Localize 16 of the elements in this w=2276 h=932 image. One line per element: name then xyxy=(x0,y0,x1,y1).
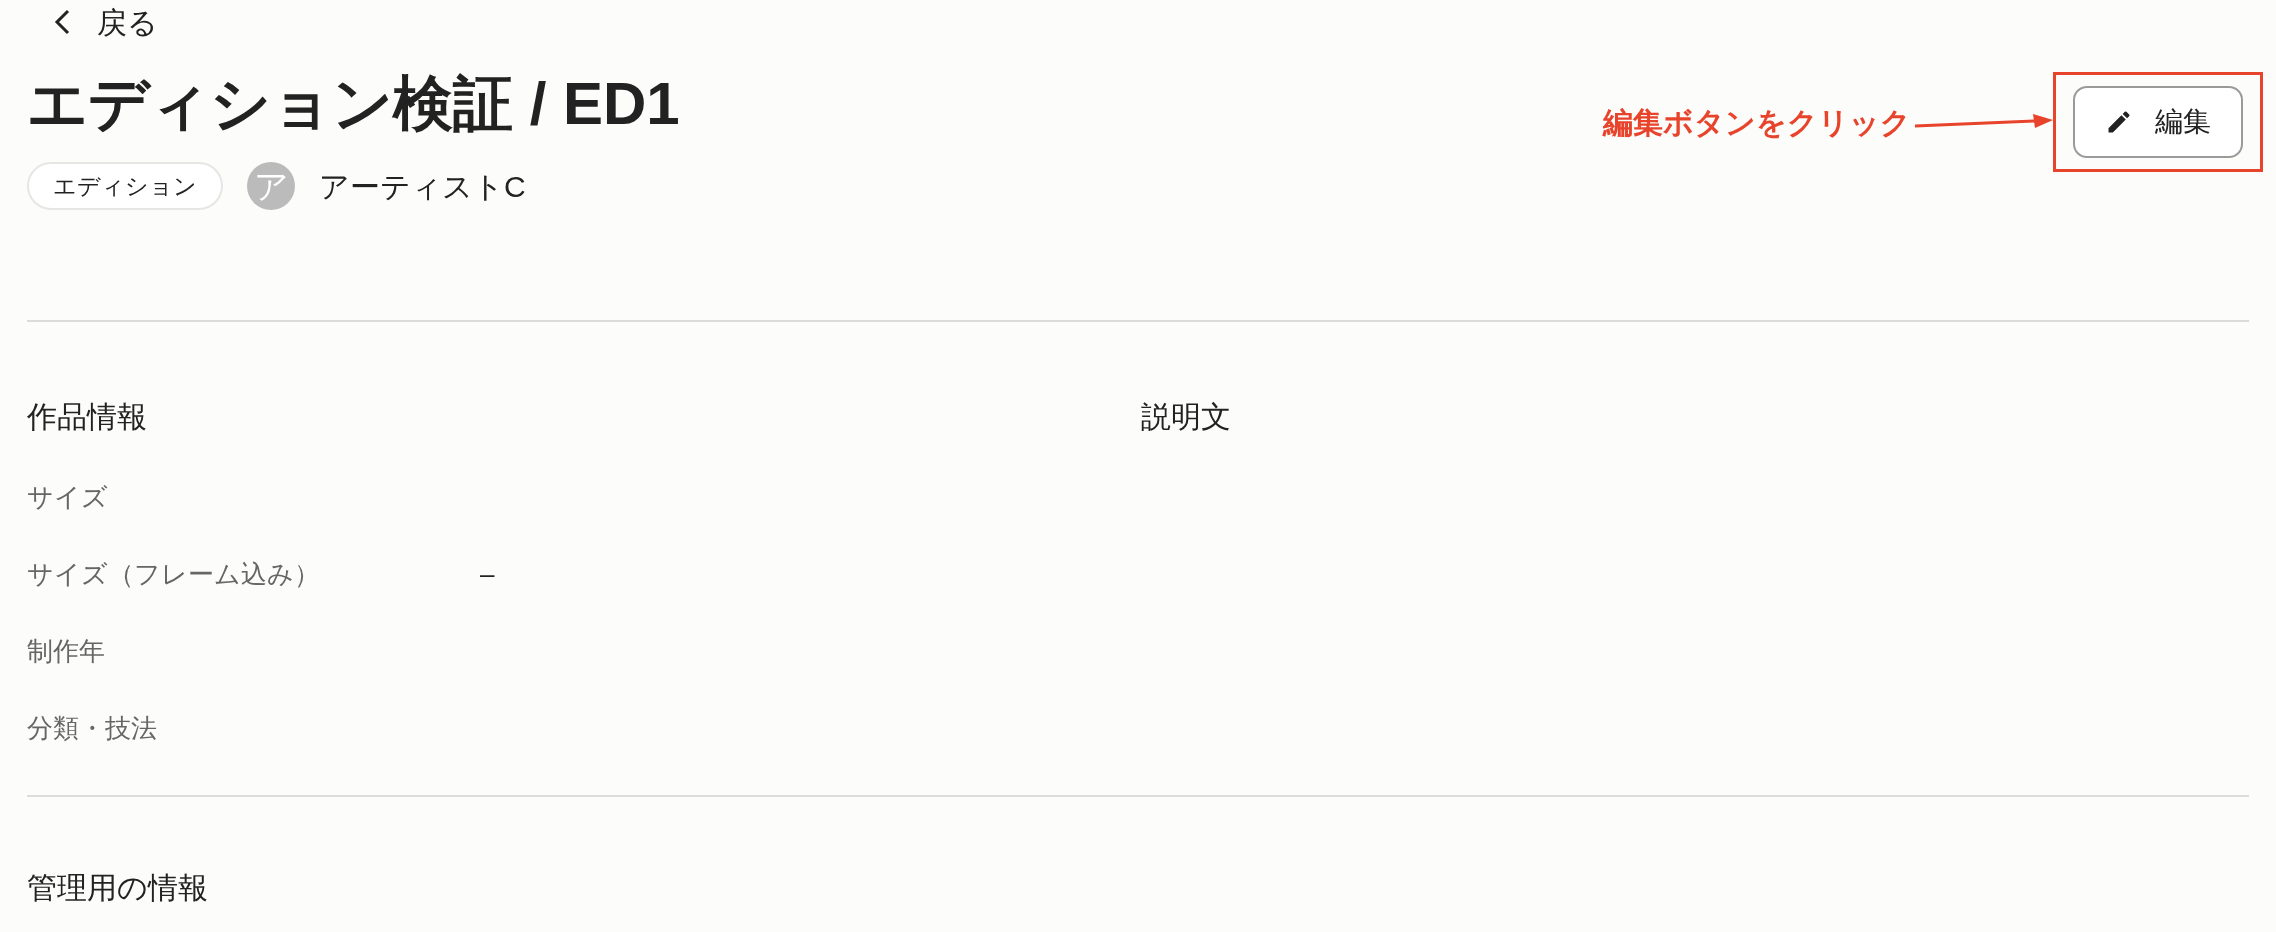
edition-tag: エディション xyxy=(27,162,223,210)
back-link[interactable]: 戻る xyxy=(27,0,2249,44)
chevron-left-icon xyxy=(53,8,71,36)
artist-avatar: ア xyxy=(247,162,295,210)
field-label: サイズ xyxy=(27,481,109,514)
field-label: 制作年 xyxy=(27,635,106,668)
field-value: – xyxy=(480,558,495,591)
field-label: 分類・技法 xyxy=(27,712,158,745)
page-title: エディション検証 / ED1 xyxy=(27,69,680,139)
section-heading: 説明文 xyxy=(1141,399,1232,435)
section-heading: 作品情報 xyxy=(27,399,148,435)
edit-button[interactable]: 編集 xyxy=(2073,86,2243,158)
artist-name: アーティストC xyxy=(319,168,526,205)
field-label: サイズ（フレーム込み） xyxy=(27,558,321,591)
section-heading: 管理用の情報 xyxy=(27,870,209,906)
annotation-text: 編集ボタンをクリック xyxy=(1603,104,1911,141)
